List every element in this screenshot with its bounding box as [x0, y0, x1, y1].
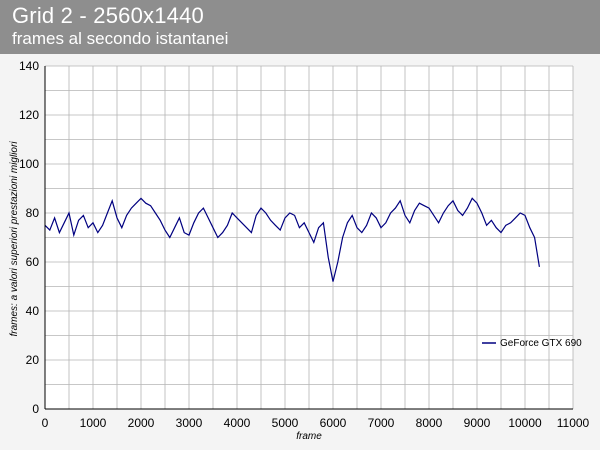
y-tick-label: 80	[26, 206, 40, 220]
x-tick-label: 3000	[176, 416, 203, 430]
chart-header: Grid 2 - 2560x1440 frames al secondo ist…	[0, 0, 600, 54]
chart-frame: Grid 2 - 2560x1440 frames al secondo ist…	[0, 0, 600, 450]
x-tick-label: 4000	[224, 416, 251, 430]
y-tick-label: 140	[19, 59, 39, 73]
y-tick-label: 0	[32, 402, 39, 416]
y-tick-label: 120	[19, 108, 39, 122]
x-tick-label: 8000	[416, 416, 443, 430]
x-tick-label: 7000	[368, 416, 395, 430]
y-axis-title: frames: a valori superiori prestazioni m…	[9, 141, 20, 337]
chart-subtitle: frames al secondo istantanei	[12, 29, 229, 48]
x-tick-label: 10000	[508, 416, 542, 430]
y-tick-label: 60	[26, 255, 40, 269]
x-tick-label: 2000	[128, 416, 155, 430]
x-tick-label: 9000	[464, 416, 491, 430]
x-tick-label: 6000	[320, 416, 347, 430]
legend-label: GeForce GTX 690	[500, 338, 582, 349]
x-tick-label: 5000	[272, 416, 299, 430]
y-tick-label: 100	[19, 157, 39, 171]
line-chart: 0 1000 2000 3000 4000 5000 6000 7000 8000 9000 100…	[9, 59, 590, 442]
chart-title: Grid 2 - 2560x1440	[12, 3, 204, 28]
x-tick-label: 11000	[557, 416, 590, 430]
x-tick-label: 1000	[80, 416, 107, 430]
x-tick-label: 0	[42, 416, 49, 430]
x-axis-title: frame	[296, 431, 322, 442]
y-tick-label: 20	[26, 353, 40, 367]
y-tick-label: 40	[26, 304, 40, 318]
